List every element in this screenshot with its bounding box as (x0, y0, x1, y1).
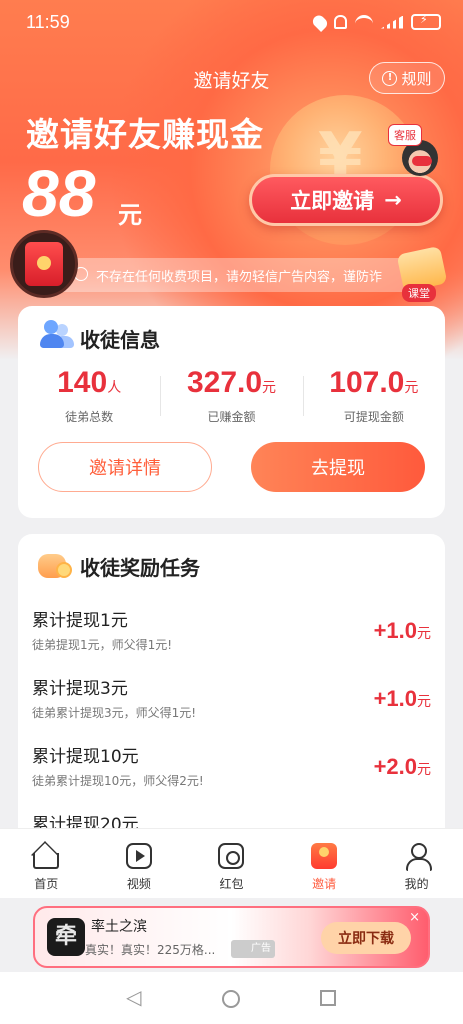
recent-apps-icon[interactable] (320, 990, 336, 1006)
course-label: 课堂 (402, 284, 436, 302)
withdraw-button[interactable]: 去提现 (251, 442, 425, 492)
apprentice-info-card: 收徒信息 140人 徒弟总数 327.0元 已赚金额 107.0元 可提现金额 … (18, 306, 445, 518)
rules-button[interactable]: ! 规则 (369, 62, 445, 94)
tab-video[interactable]: 视频 (93, 829, 186, 898)
users-icon (40, 320, 74, 350)
stat-total-apprentices: 140人 徒弟总数 (18, 366, 160, 436)
customer-service-button[interactable]: 客服 (388, 124, 446, 180)
tab-profile[interactable]: 我的 (370, 829, 463, 898)
task-desc: 徒弟累计提现3元，师父得1元! (32, 706, 197, 720)
ad-subtitle: 真实！真实！225万格... (85, 943, 216, 957)
system-nav-bar (0, 972, 463, 1024)
tab-invite[interactable]: 邀请 (278, 829, 371, 898)
ad-download-button[interactable]: 立即下载 (321, 922, 411, 954)
red-packet-floating-button[interactable] (10, 230, 78, 298)
stat-unit: 人 (107, 380, 122, 396)
info-icon: ! (382, 70, 398, 86)
stat-withdrawable-amount: 107.0元 可提现金额 (302, 366, 445, 436)
stat-value: 107.0 (329, 366, 405, 399)
stat-label: 已赚金额 (207, 410, 256, 424)
invite-now-button[interactable]: 立即邀请 → (249, 174, 443, 226)
ad-title: 率土之滨 (91, 919, 147, 935)
hero-headline: 邀请好友赚现金 (26, 115, 264, 154)
task-name: 累计提现3元 (32, 679, 128, 699)
stat-value: 327.0 (186, 366, 263, 399)
wifi-icon (355, 15, 373, 29)
status-bar: 11:59 (0, 0, 463, 46)
notice-marquee: 不存在任何收费项目，请勿轻信广告内容，谨防诈 (34, 258, 436, 292)
close-icon[interactable]: × (409, 910, 420, 925)
status-time: 11:59 (26, 12, 70, 32)
reward-amount: 88 (22, 156, 96, 230)
bottom-tab-bar: 首页 视频 红包 邀请 我的 (0, 828, 463, 898)
notice-text: 不存在任何收费项目，请勿轻信广告内容，谨防诈 (96, 270, 383, 285)
video-icon (125, 843, 152, 869)
signal-icon (381, 15, 403, 29)
reward-amount-unit: 元 (118, 201, 142, 229)
tab-home[interactable]: 首页 (0, 829, 93, 898)
arrow-right-icon: → (384, 188, 402, 212)
money-bag-icon (38, 546, 74, 580)
stat-label: 可提现金额 (343, 410, 404, 424)
task-name: 累计提现10元 (32, 747, 139, 767)
invite-now-label: 立即邀请 (290, 189, 375, 213)
invite-icon (311, 843, 338, 869)
reward-tasks-card: 收徒奖励任务 累计提现1元 徒弟提现1元，师父得1元! +1.0元 累计提现3元… (18, 534, 445, 854)
mute-icon (334, 15, 347, 29)
stat-unit: 元 (404, 380, 419, 396)
red-envelope-icon (25, 242, 63, 286)
tab-label: 邀请 (312, 877, 337, 891)
stat-earned-amount: 327.0元 已赚金额 (160, 366, 302, 436)
task-reward: +1.0元 (373, 686, 431, 711)
task-item[interactable]: 累计提现1元 徒弟提现1元，师父得1元! +1.0元 (18, 606, 445, 674)
invite-details-button[interactable]: 邀请详情 (38, 442, 212, 492)
task-desc: 徒弟累计提现10元，师父得2元! (32, 774, 204, 788)
home-circle-icon[interactable] (222, 990, 240, 1008)
task-reward: +1.0元 (373, 618, 431, 643)
tab-label: 首页 (34, 877, 59, 891)
task-item[interactable]: 累计提现10元 徒弟累计提现10元，师父得2元! +2.0元 (18, 742, 445, 810)
stat-unit: 元 (262, 380, 277, 396)
tab-red-packet[interactable]: 红包 (185, 829, 278, 898)
rules-label: 规则 (401, 69, 432, 88)
stats-row: 140人 徒弟总数 327.0元 已赚金额 107.0元 可提现金额 (18, 366, 445, 436)
battery-icon (411, 13, 441, 30)
task-desc: 徒弟提现1元，师父得1元! (32, 638, 173, 652)
microphone-icon (412, 156, 432, 166)
stat-value: 140 (57, 366, 108, 399)
task-reward: +2.0元 (373, 754, 431, 779)
task-name: 累计提现1元 (32, 611, 128, 631)
home-icon (33, 853, 60, 869)
tab-label: 我的 (404, 877, 429, 891)
stat-label: 徒弟总数 (65, 410, 114, 424)
customer-service-label: 客服 (388, 124, 422, 146)
ad-app-logo: 牵 (47, 918, 85, 956)
ad-tag: 广告 (231, 940, 275, 958)
tab-label: 红包 (219, 877, 244, 891)
ad-banner[interactable]: 牵 率土之滨 真实！真实！225万格... 广告 立即下载 × (33, 906, 430, 968)
profile-icon (404, 843, 432, 871)
tab-label: 视频 (126, 877, 151, 891)
reward-tasks-title: 收徒奖励任务 (80, 556, 200, 580)
location-icon (310, 12, 330, 32)
apprentice-info-title: 收徒信息 (80, 328, 160, 352)
task-item[interactable]: 累计提现3元 徒弟累计提现3元，师父得1元! +1.0元 (18, 674, 445, 742)
course-button[interactable]: 课堂 (396, 245, 452, 306)
back-icon[interactable] (126, 985, 141, 1009)
red-packet-icon (218, 843, 245, 869)
